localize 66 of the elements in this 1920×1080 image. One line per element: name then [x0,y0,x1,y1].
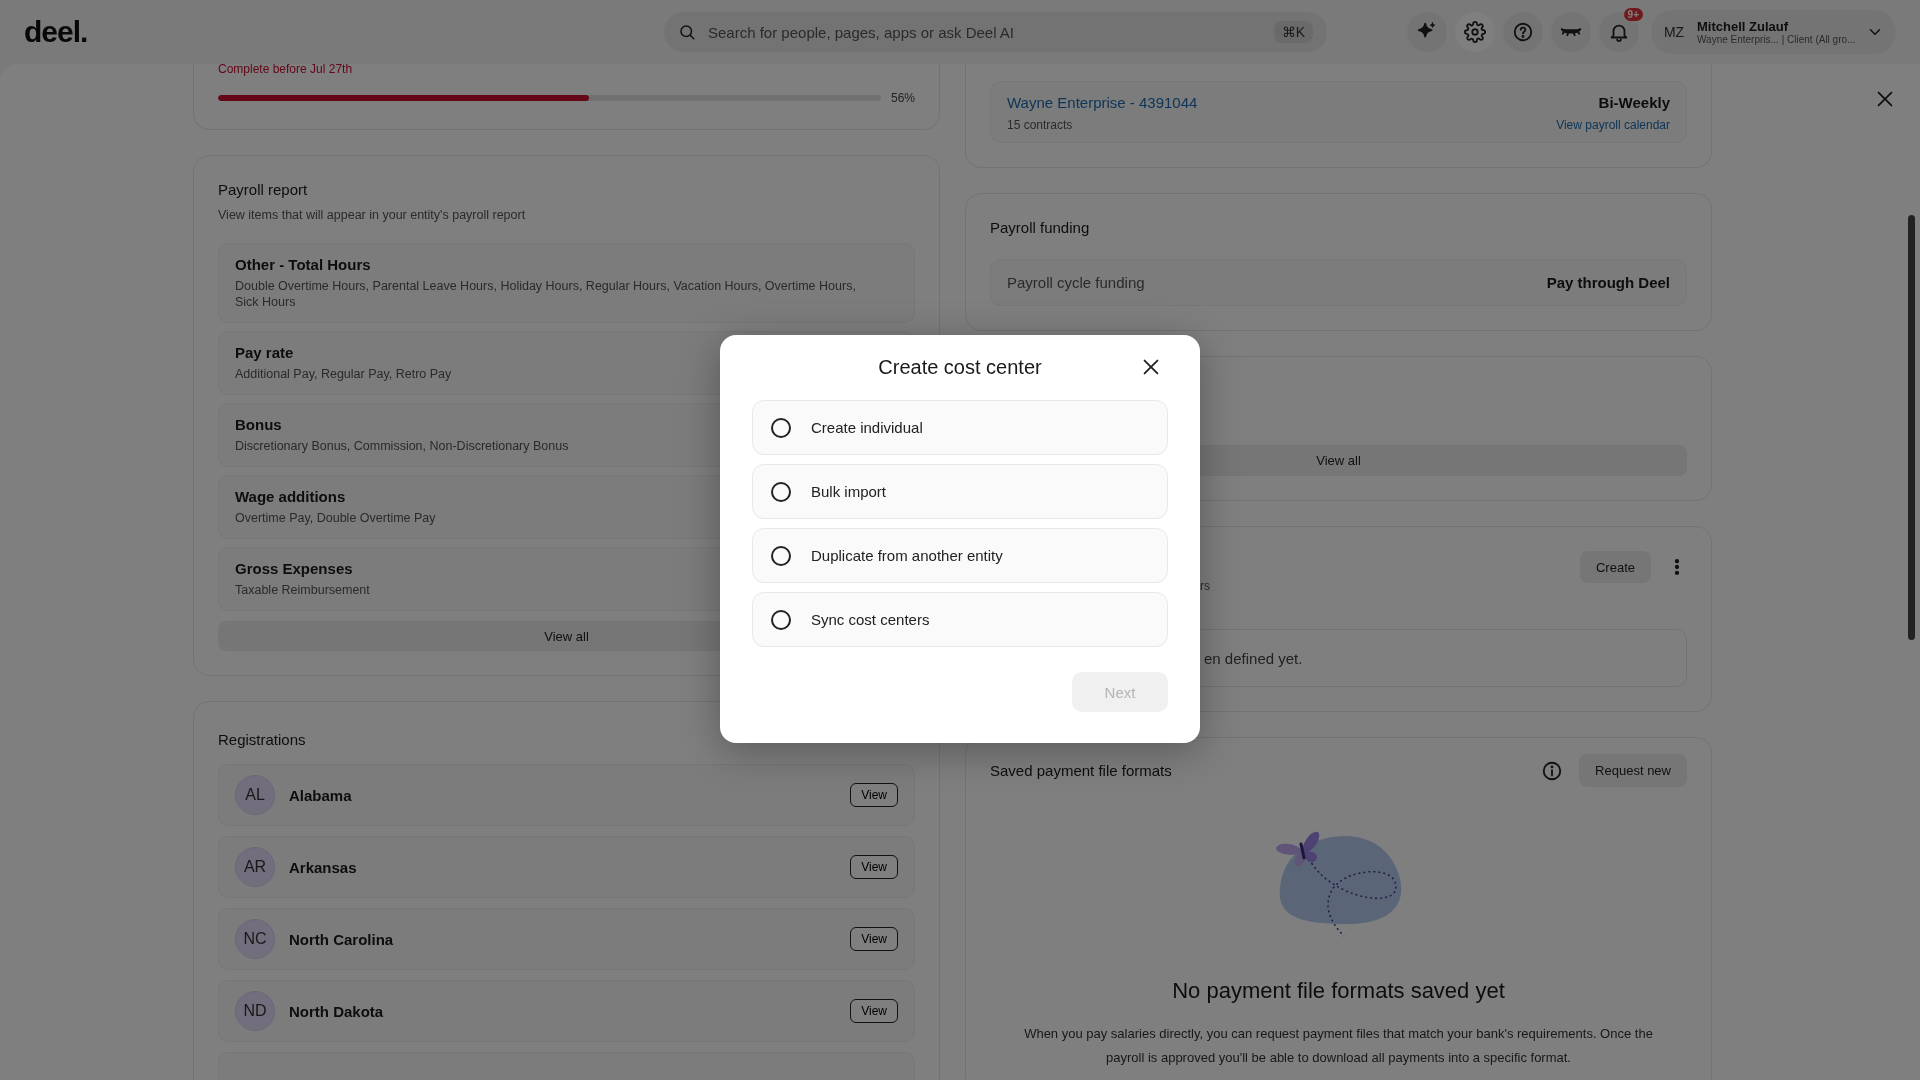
item-title: Other - Total Hours [235,256,371,274]
scrollbar-thumb[interactable] [1908,215,1915,640]
item-details: Overtime Pay, Double Overtime Pay [235,510,436,526]
option-card[interactable]: Bulk import [752,464,1168,519]
card-subtitle: View items that will appear in your entity's payroll report [218,207,527,224]
user-name: Mitchell Zulauf [1697,19,1789,34]
create-button[interactable]: Create [1579,551,1651,583]
view-button[interactable]: View [850,927,898,951]
search-field[interactable]: Search for people, pages, apps or ask Deel AI ⌘K [664,12,1327,52]
help-icon [1512,21,1534,43]
state-avatar: AR [235,847,275,887]
card-title: Saved payment file formats [990,760,1172,781]
deadline-text: Complete before Jul 27th [218,64,354,77]
option-card[interactable]: Sync cost centers [752,592,1168,647]
search-icon [678,23,696,41]
state-name: Arkansas [289,858,358,876]
request-new-button[interactable]: Request new [1579,754,1687,787]
state-name: North Dakota [289,1002,385,1020]
funding-label: Payroll cycle funding [1007,274,1145,291]
state-name: Alabama [289,786,353,804]
radio-button[interactable] [771,545,791,566]
state-avatar: ND [235,991,275,1031]
report-item[interactable]: Other - Total Hours Double Overtime Hours, Parental Leave Hours, Holiday Hours, Regular Hours, Vacation Hours, Overtime Hours, Sick Hours [218,243,915,323]
contracts-count: 15 contracts [1007,118,1074,132]
user-subtitle: Wayne Enterpris... | Client (All gro... [1697,34,1857,45]
progress-reading: 56% [890,91,915,105]
item-details: Taxable Reimbursement [235,582,370,598]
user-avatar: MZ [1662,23,1686,42]
option-card[interactable]: Duplicate from another entity [752,528,1168,583]
option-card[interactable]: Create individual [752,400,1168,455]
info-icon [1541,759,1564,782]
item-details: Discretionary Bonus, Commission, Non-Discretionary Bonus [235,438,569,454]
item-title: Bonus [235,416,282,434]
pay-frequency: Bi-Weekly [1598,93,1670,113]
view-button[interactable]: View [850,855,898,879]
item-title: Wage additions [235,488,346,506]
payroll-calendar-link[interactable]: View payroll calendar [1556,118,1670,132]
radio-button[interactable] [771,481,791,502]
logo[interactable]: deel. [24,15,664,49]
state-avatar: NC [235,919,275,959]
closed-eye-button[interactable] [1551,12,1591,52]
state-name: North Carolina [289,930,395,948]
item-title: Pay rate [235,344,294,362]
card-title: Payroll report [218,180,309,200]
shortcut-hint: ⌘K [1273,21,1313,43]
card-subtitle: rs [1200,579,1210,593]
settings-button[interactable] [1455,12,1495,52]
funding-value: Pay through Deel [1546,272,1670,293]
item-title: Gross Expenses [235,560,353,578]
help-button[interactable] [1503,12,1543,52]
account-menu[interactable]: MZ Mitchell Zulauf Wayne Enterpris... | Client (All gro... [1651,10,1896,54]
settings-icon [1464,21,1486,43]
payroll-group-link[interactable]: Wayne Enterprise - 4391044 [1007,92,1198,114]
view-button[interactable]: View [850,999,898,1023]
card-title: Registrations [218,730,307,750]
sparkle-button[interactable] [1407,12,1447,52]
view-button[interactable]: View [850,783,898,807]
radio-button[interactable] [771,609,791,630]
notification-badge: 9+ [1623,8,1643,21]
card-title: Payroll funding [990,218,1091,238]
radio-button[interactable] [771,417,791,438]
item-details: Additional Pay, Regular Pay, Retro Pay [235,366,452,382]
item-details: Double Overtime Hours, Parental Leave Hours, Holiday Hours, Regular Hours, Vacation Hours, Overtime Hours, Sick Hours [235,278,857,310]
state-avatar: AL [235,775,275,815]
empty-state-title: No payment file formats saved yet [1171,978,1506,1004]
empty-state-description: When you pay salaries directly, you can request payment files that match your bank's requirements. Once the payroll is approved you'll be able to download all payments into a specific format. [1023,1025,1654,1067]
